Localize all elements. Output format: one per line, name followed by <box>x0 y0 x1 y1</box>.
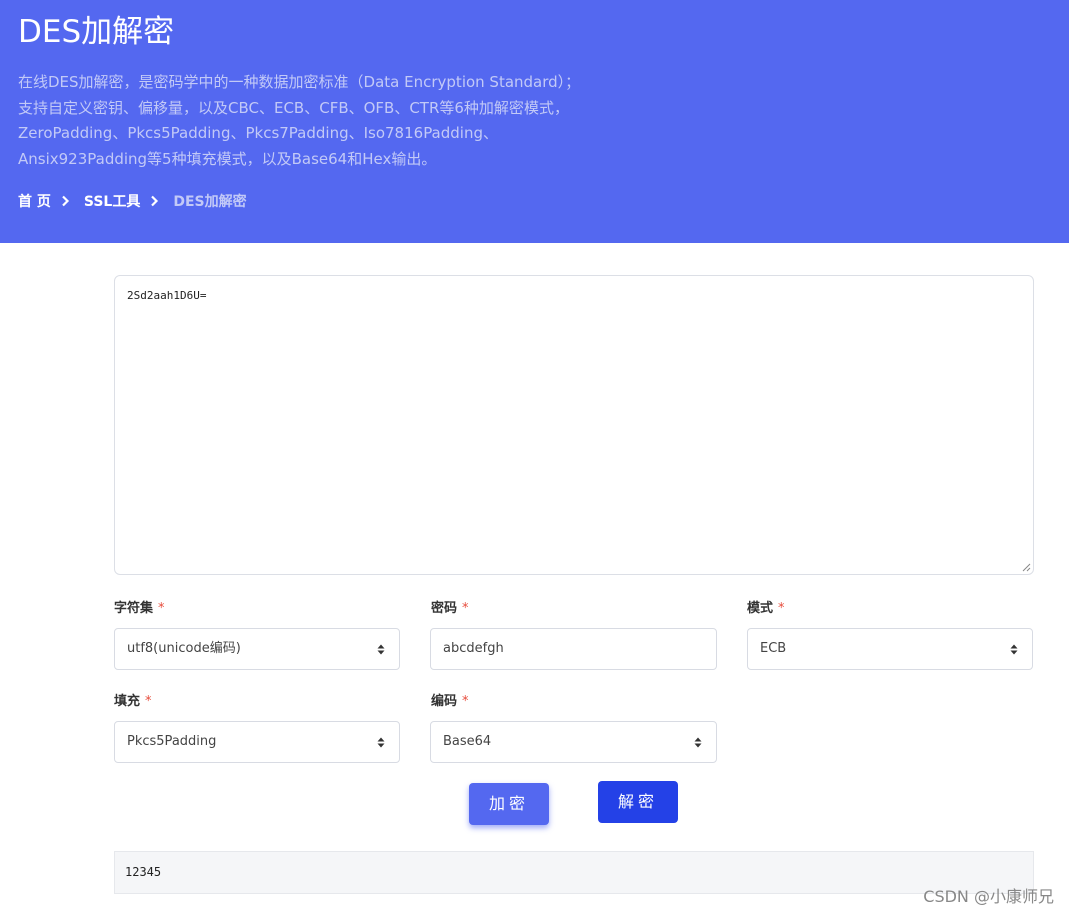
padding-select[interactable]: Pkcs5Padding <box>114 721 400 763</box>
output-text-area[interactable]: 12345 <box>114 851 1034 894</box>
breadcrumb-ssl-tools-link[interactable]: SSL工具 <box>84 191 140 211</box>
charset-label: 字符集 * <box>114 600 165 618</box>
input-text-area[interactable]: 2Sd2aah1D6U= <box>114 275 1034 575</box>
chevron-right-icon <box>62 195 69 207</box>
key-input-value: abcdefgh <box>443 641 504 656</box>
description-line: 在线DES加解密，是密码学中的一种数据加密标准（Data Encryption … <box>18 73 581 91</box>
page-header: DES加解密 在线DES加解密，是密码学中的一种数据加密标准（Data Encr… <box>0 0 1069 243</box>
charset-select[interactable]: utf8(unicode编码) <box>114 628 400 670</box>
sort-arrows-icon <box>377 644 385 655</box>
required-mark: * <box>462 601 469 616</box>
key-label: 密码 * <box>431 600 469 618</box>
mode-label: 模式 * <box>747 600 785 618</box>
required-mark: * <box>778 601 785 616</box>
key-input[interactable]: abcdefgh <box>430 628 717 670</box>
encrypt-button[interactable]: 加密 <box>469 783 549 825</box>
output-value: 12345 <box>125 865 162 879</box>
description-line: ZeroPadding、Pkcs5Padding、Pkcs7Padding、Is… <box>18 124 498 142</box>
chevron-right-icon <box>151 195 159 207</box>
resize-grip-icon[interactable] <box>1022 563 1031 572</box>
sort-arrows-icon <box>1010 644 1018 655</box>
description-line: 支持自定义密钥、偏移量，以及CBC、ECB、CFB、OFB、CTR等6种加解密模… <box>18 98 569 117</box>
required-mark: * <box>462 694 469 709</box>
mode-label-text: 模式 <box>747 601 774 616</box>
page-title: DES加解密 <box>18 14 175 50</box>
charset-select-value: utf8(unicode编码) <box>127 641 241 656</box>
charset-label-text: 字符集 <box>114 601 154 616</box>
breadcrumb: 首 页 SSL工具 DES加解密 <box>18 191 247 211</box>
breadcrumb-current: DES加解密 <box>173 194 247 210</box>
padding-select-value: Pkcs5Padding <box>127 734 217 749</box>
watermark: CSDN @小康师兄 <box>923 887 1054 906</box>
required-mark: * <box>145 694 152 709</box>
encoding-select[interactable]: Base64 <box>430 721 717 763</box>
description-line: Ansix923Padding等5种填充模式，以及Base64和Hex输出。 <box>18 149 437 168</box>
mode-select-value: ECB <box>760 641 787 656</box>
padding-label: 填充 * <box>114 693 152 711</box>
sort-arrows-icon <box>377 737 385 748</box>
page-description: 在线DES加解密，是密码学中的一种数据加密标准（Data Encryption … <box>18 70 618 172</box>
encoding-select-value: Base64 <box>443 734 492 749</box>
key-label-text: 密码 <box>431 601 458 616</box>
padding-label-text: 填充 <box>114 694 141 709</box>
decrypt-button[interactable]: 解密 <box>598 781 678 823</box>
required-mark: * <box>158 601 165 616</box>
breadcrumb-home-link[interactable]: 首 页 <box>18 191 51 211</box>
mode-select[interactable]: ECB <box>747 628 1033 670</box>
sort-arrows-icon <box>694 737 702 748</box>
encoding-label-text: 编码 <box>431 694 458 709</box>
encoding-label: 编码 * <box>431 693 469 711</box>
